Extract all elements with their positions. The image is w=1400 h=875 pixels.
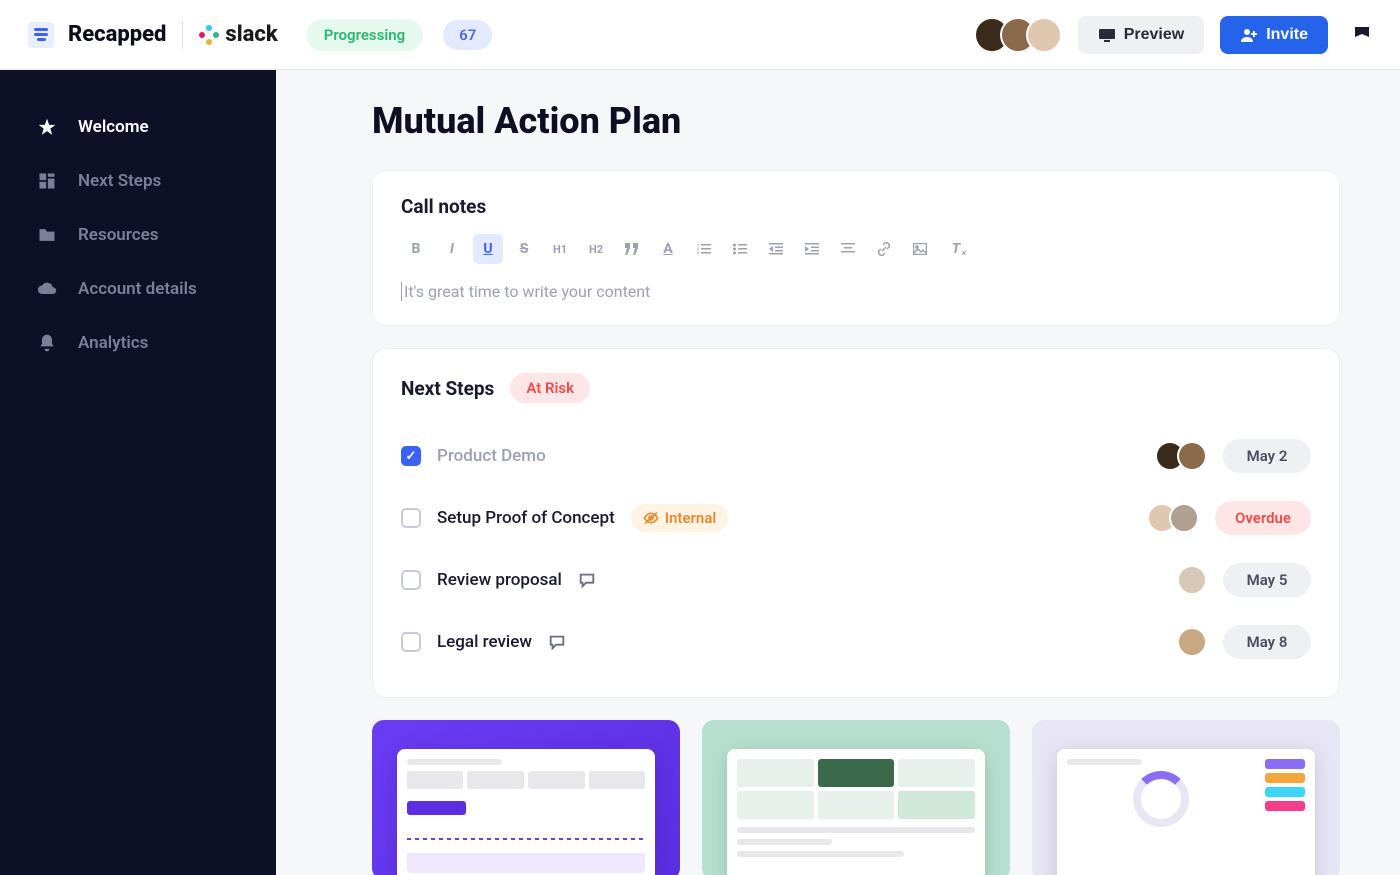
avatar[interactable] <box>1177 441 1207 471</box>
brand-text: Recapped <box>68 22 166 47</box>
bold-tool[interactable]: B <box>401 234 431 264</box>
step-date[interactable]: May 8 <box>1223 625 1311 659</box>
risk-badge: At Risk <box>510 373 590 403</box>
internal-badge: Internal <box>631 504 729 532</box>
step-checkbox[interactable] <box>401 570 421 590</box>
eye-off-icon <box>643 511 659 525</box>
sidebar-item-label: Account details <box>78 279 197 299</box>
thumbnail[interactable] <box>1032 720 1340 875</box>
italic-tool[interactable]: I <box>437 234 467 264</box>
outdent-tool[interactable] <box>761 234 791 264</box>
step-assignees[interactable] <box>1163 441 1207 471</box>
star-icon <box>36 116 58 138</box>
step-row: Legal review May 8 <box>401 611 1311 673</box>
color-tool[interactable]: A <box>653 234 683 264</box>
call-notes-title: Call notes <box>401 195 1311 218</box>
slack-logo[interactable]: slack <box>199 22 277 47</box>
divider <box>182 21 183 49</box>
step-assignees[interactable] <box>1155 503 1199 533</box>
main-content: Mutual Action Plan Call notes B I U S H1… <box>276 70 1400 875</box>
resource-thumbnails <box>372 720 1340 875</box>
step-label[interactable]: Legal review <box>437 632 532 652</box>
next-steps-card: Next Steps At Risk Product Demo May 2 Setu… <box>372 348 1340 698</box>
call-notes-card: Call notes B I U S H1 H2 A 123 T× It's g… <box>372 170 1340 326</box>
step-row: Product Demo May 2 <box>401 425 1311 487</box>
avatar[interactable] <box>1169 503 1199 533</box>
sidebar-item-label: Next Steps <box>78 171 161 191</box>
slack-icon <box>199 25 219 45</box>
image-tool[interactable] <box>905 234 935 264</box>
step-assignees[interactable] <box>1185 565 1207 595</box>
invite-icon <box>1240 27 1258 43</box>
step-assignees[interactable] <box>1185 627 1207 657</box>
avatar[interactable] <box>1026 17 1062 53</box>
underline-tool[interactable]: U <box>473 234 503 264</box>
step-checkbox[interactable] <box>401 632 421 652</box>
step-checkbox[interactable] <box>401 508 421 528</box>
sidebar: Welcome Next Steps Resources Account detail… <box>0 70 276 875</box>
thumbnail[interactable] <box>372 720 680 875</box>
editor-toolbar: B I U S H1 H2 A 123 T× <box>401 234 1311 264</box>
count-badge[interactable]: 67 <box>443 20 492 50</box>
preview-button[interactable]: Preview <box>1078 16 1204 54</box>
step-date[interactable]: May 2 <box>1223 439 1311 473</box>
flag-icon[interactable] <box>1352 25 1372 45</box>
step-label[interactable]: Review proposal <box>437 570 562 590</box>
step-date[interactable]: Overdue <box>1215 501 1311 535</box>
bell-icon <box>36 332 58 354</box>
invite-label: Invite <box>1266 26 1308 44</box>
folder-icon <box>36 224 58 246</box>
step-label[interactable]: Product Demo <box>437 446 546 466</box>
step-row: Setup Proof of Concept Internal Overdue <box>401 487 1311 549</box>
sidebar-item-label: Welcome <box>78 117 149 137</box>
next-steps-title: Next Steps <box>401 377 494 400</box>
sidebar-item-label: Analytics <box>78 333 148 353</box>
step-label[interactable]: Setup Proof of Concept <box>437 508 615 528</box>
comment-icon[interactable] <box>548 633 566 651</box>
recapped-icon <box>28 22 54 48</box>
step-row: Review proposal May 5 <box>401 549 1311 611</box>
status-badge[interactable]: Progressing <box>306 19 423 51</box>
page-title: Mutual Action Plan <box>372 100 1340 142</box>
strike-tool[interactable]: S <box>509 234 539 264</box>
quote-tool[interactable] <box>617 234 647 264</box>
sidebar-item-next-steps[interactable]: Next Steps <box>0 154 276 208</box>
svg-text:3: 3 <box>697 250 700 255</box>
link-tool[interactable] <box>869 234 899 264</box>
preview-label: Preview <box>1124 26 1184 44</box>
brand-logo[interactable]: Recapped <box>28 22 166 48</box>
clear-format-tool[interactable]: T× <box>941 234 971 264</box>
topbar: Recapped slack Progressing 67 Preview In… <box>0 0 1400 70</box>
indent-tool[interactable] <box>797 234 827 264</box>
align-tool[interactable] <box>833 234 863 264</box>
avatar[interactable] <box>1177 627 1207 657</box>
cloud-icon <box>36 278 58 300</box>
sidebar-item-analytics[interactable]: Analytics <box>0 316 276 370</box>
bullet-list-tool[interactable] <box>725 234 755 264</box>
sidebar-item-resources[interactable]: Resources <box>0 208 276 262</box>
slack-text: slack <box>225 22 277 47</box>
comment-icon[interactable] <box>578 571 596 589</box>
ordered-list-tool[interactable]: 123 <box>689 234 719 264</box>
collaborator-avatars[interactable] <box>974 17 1062 53</box>
invite-button[interactable]: Invite <box>1220 16 1328 54</box>
monitor-icon <box>1098 28 1116 42</box>
editor-area[interactable]: It's great time to write your content <box>401 282 1311 301</box>
grid-icon <box>36 170 58 192</box>
step-date[interactable]: May 5 <box>1223 563 1311 597</box>
sidebar-item-label: Resources <box>78 225 159 245</box>
h2-tool[interactable]: H2 <box>581 234 611 264</box>
sidebar-item-account-details[interactable]: Account details <box>0 262 276 316</box>
thumbnail[interactable] <box>702 720 1010 875</box>
step-checkbox[interactable] <box>401 446 421 466</box>
h1-tool[interactable]: H1 <box>545 234 575 264</box>
avatar[interactable] <box>1177 565 1207 595</box>
sidebar-item-welcome[interactable]: Welcome <box>0 100 276 154</box>
